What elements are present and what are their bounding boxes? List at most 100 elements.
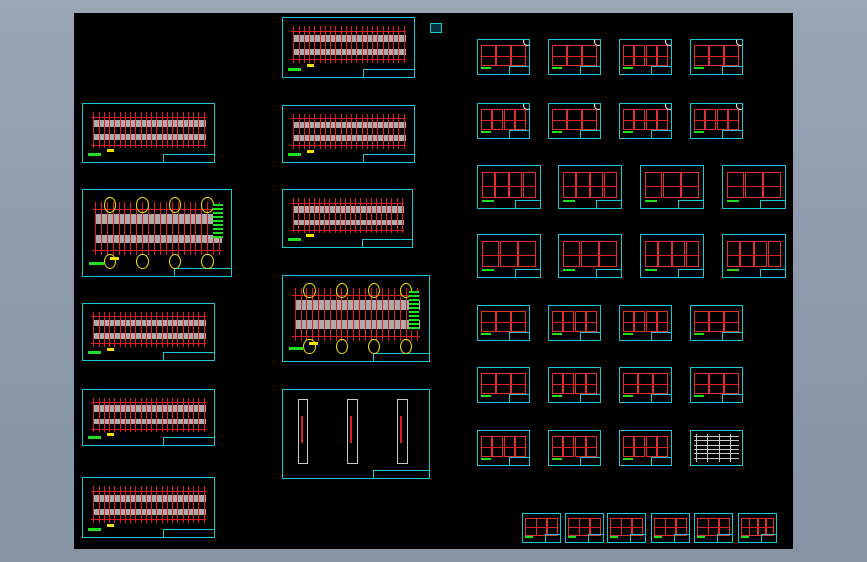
drawing-sheet-middle-3[interactable]: [282, 189, 413, 248]
drawing-sheet-left-5[interactable]: [82, 477, 215, 538]
green-note: [288, 153, 301, 156]
detail-sheet-r5c4[interactable]: [690, 305, 743, 341]
detail-frame: [604, 172, 617, 198]
detail-frame: [576, 172, 589, 198]
circle-mark: [368, 283, 380, 299]
detail-sheet-r1c2[interactable]: [548, 39, 601, 75]
red-line: [624, 56, 667, 57]
sheet-marker-icon: [736, 103, 743, 110]
schedule-table-sheet[interactable]: [690, 430, 743, 466]
red-line: [695, 322, 738, 323]
gray-band: [93, 333, 206, 339]
red-line: [483, 186, 535, 187]
table-rule: [694, 440, 739, 441]
green-note: [288, 238, 301, 241]
red-line: [291, 31, 406, 32]
green-note: [88, 351, 101, 354]
table-rule: [696, 434, 697, 461]
detail-sheet-r4c3[interactable]: [640, 234, 704, 278]
detail-sheet-r6c1[interactable]: [477, 367, 530, 403]
circle-mark: [201, 197, 213, 213]
red-line: [695, 384, 738, 385]
title-block: [722, 332, 742, 340]
green-note: [563, 200, 575, 202]
detail-sheet-r3c3[interactable]: [640, 165, 704, 209]
red-line: [553, 384, 596, 385]
detail-sheet-r5c1[interactable]: [477, 305, 530, 341]
bottom-detail-sheet-2[interactable]: [565, 513, 604, 543]
red-line: [482, 120, 525, 121]
detail-sheet-r2c3[interactable]: [619, 103, 672, 139]
green-note: [741, 536, 748, 538]
drawing-sheet-left-1[interactable]: [82, 103, 215, 163]
detail-sheet-r2c4[interactable]: [690, 103, 743, 139]
detail-sheet-r3c4[interactable]: [722, 165, 786, 209]
detail-frame: [745, 172, 763, 198]
drawing-sheet-middle-1[interactable]: [282, 17, 415, 78]
detail-frame: [599, 241, 617, 267]
title-block: [580, 394, 600, 402]
legend-notes: [213, 204, 223, 238]
drawing-sheet-left-2[interactable]: [82, 189, 232, 277]
green-note: [482, 269, 494, 271]
green-note: [694, 131, 704, 133]
green-note: [623, 395, 633, 397]
detail-sheet-r1c4[interactable]: [690, 39, 743, 75]
column-section: [397, 399, 408, 464]
detail-sheet-r7c3[interactable]: [619, 430, 672, 466]
gray-band: [293, 35, 406, 42]
title-block: [651, 332, 671, 340]
red-line: [564, 186, 616, 187]
red-line: [154, 202, 155, 255]
title-block: [515, 269, 540, 277]
model-space-canvas[interactable]: [74, 13, 793, 549]
detail-sheet-r5c2[interactable]: [548, 305, 601, 341]
drawing-sheet-left-4[interactable]: [82, 389, 215, 446]
bottom-detail-sheet-6[interactable]: [738, 513, 777, 543]
bottom-detail-sheet-5[interactable]: [694, 513, 733, 543]
drawing-sheet-middle-5[interactable]: [282, 389, 430, 479]
circle-mark: [104, 197, 116, 213]
bottom-detail-sheet-1[interactable]: [522, 513, 561, 543]
detail-sheet-r7c2[interactable]: [548, 430, 601, 466]
bottom-detail-sheet-4[interactable]: [651, 513, 690, 543]
drawing-sheet-middle-4[interactable]: [282, 275, 430, 362]
green-note: [563, 269, 575, 271]
title-block: [509, 332, 529, 340]
detail-sheet-r7c1[interactable]: [477, 430, 530, 466]
detail-frame: [482, 241, 500, 267]
detail-sheet-r5c3[interactable]: [619, 305, 672, 341]
detail-sheet-r3c1[interactable]: [477, 165, 541, 209]
detail-sheet-r4c4[interactable]: [722, 234, 786, 278]
bottom-detail-sheet-3[interactable]: [607, 513, 646, 543]
red-line: [92, 250, 222, 251]
red-line: [742, 527, 773, 528]
detail-sheet-r4c2[interactable]: [558, 234, 622, 278]
detail-sheet-r1c3[interactable]: [619, 39, 672, 75]
title-block: [509, 457, 529, 465]
title-block: [363, 69, 414, 77]
drawing-sheet-left-3[interactable]: [82, 303, 215, 361]
title-block: [651, 457, 671, 465]
title-block: [651, 130, 671, 138]
detail-sheet-r4c1[interactable]: [477, 234, 541, 278]
red-line: [611, 527, 642, 528]
red-line: [350, 416, 352, 442]
red-line: [388, 288, 389, 341]
detail-sheet-r6c3[interactable]: [619, 367, 672, 403]
detail-frame: [523, 172, 536, 198]
red-line: [130, 202, 131, 255]
drawing-sheet-middle-2[interactable]: [282, 105, 415, 163]
detail-sheet-r2c2[interactable]: [548, 103, 601, 139]
column-section: [298, 399, 309, 464]
red-line: [318, 288, 319, 341]
circle-mark: [201, 254, 213, 270]
detail-sheet-r2c1[interactable]: [477, 103, 530, 139]
red-line: [190, 202, 191, 255]
detail-sheet-r6c2[interactable]: [548, 367, 601, 403]
detail-sheet-r1c1[interactable]: [477, 39, 530, 75]
detail-sheet-r3c2[interactable]: [558, 165, 622, 209]
table-rule: [694, 436, 739, 437]
detail-sheet-r6c4[interactable]: [690, 367, 743, 403]
gray-band: [95, 214, 222, 224]
